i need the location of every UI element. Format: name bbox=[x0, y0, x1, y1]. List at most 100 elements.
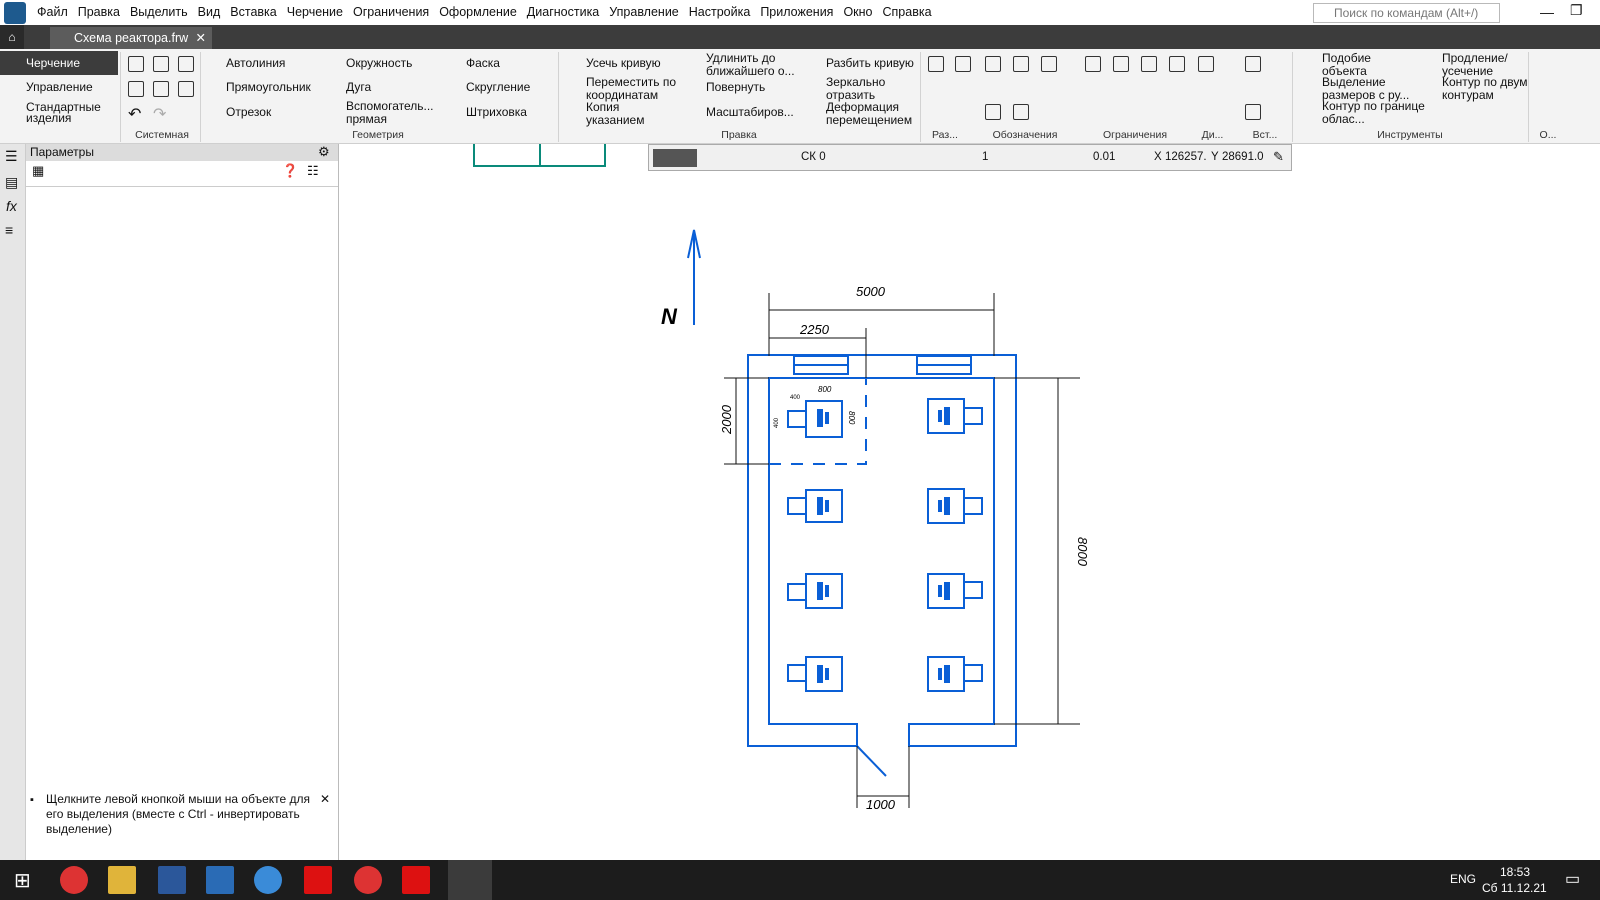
table-icon[interactable] bbox=[1013, 104, 1029, 120]
save-as-icon[interactable] bbox=[178, 81, 194, 97]
kompas-task-icon[interactable] bbox=[448, 860, 492, 900]
snap-menu-button[interactable] bbox=[653, 149, 697, 167]
menu-settings[interactable]: Настройка bbox=[684, 0, 756, 25]
roughness-icon[interactable] bbox=[985, 56, 1001, 72]
contour-bound-button[interactable]: Контур по границе облас... bbox=[1322, 100, 1432, 126]
copy-button[interactable]: Копия указанием bbox=[586, 101, 666, 127]
move-coords-button[interactable]: Переместить по координатам bbox=[586, 76, 682, 102]
clock-time[interactable]: 18:53 bbox=[1500, 865, 1530, 879]
rotate-button[interactable]: Повернуть bbox=[706, 81, 765, 94]
menu-manage[interactable]: Управление bbox=[604, 0, 684, 25]
ribbon-tab-standard[interactable]: Стандартные изделия bbox=[0, 101, 110, 125]
close-hint-icon[interactable]: ✕ bbox=[320, 792, 330, 807]
cylinder-marks bbox=[817, 407, 950, 683]
vivaldi-icon[interactable] bbox=[304, 866, 332, 894]
params-icon[interactable]: ▤ bbox=[5, 174, 18, 191]
redo-icon[interactable]: ↷ bbox=[153, 104, 166, 124]
check-icon[interactable] bbox=[1041, 56, 1057, 72]
menu-drawing[interactable]: Черчение bbox=[282, 0, 348, 25]
menu-diagnostics[interactable]: Диагностика bbox=[522, 0, 604, 25]
menu-window[interactable]: Окно bbox=[838, 0, 877, 25]
windows-start-icon[interactable]: ⊞ bbox=[14, 868, 31, 893]
menu-help[interactable]: Справка bbox=[878, 0, 937, 25]
word-icon[interactable] bbox=[158, 866, 186, 894]
restore-icon[interactable]: ❐ bbox=[1570, 2, 1583, 19]
scale-button[interactable]: Масштабиров... bbox=[706, 106, 794, 119]
zoom-select[interactable]: 0.01 bbox=[1093, 151, 1115, 163]
menu-select[interactable]: Выделить bbox=[125, 0, 193, 25]
gear-icon[interactable]: ⚙ bbox=[318, 144, 330, 160]
autoline-button[interactable]: Автолиния bbox=[226, 57, 285, 70]
dim-icon[interactable] bbox=[928, 56, 944, 72]
parallel-icon[interactable] bbox=[1113, 56, 1129, 72]
split-curve-button[interactable]: Разбить кривую bbox=[826, 57, 914, 70]
contour-two-button[interactable]: Контур по двум контурам bbox=[1442, 76, 1542, 102]
language-indicator[interactable]: ENG bbox=[1450, 872, 1476, 886]
chrome-icon[interactable] bbox=[60, 866, 88, 894]
qbittorrent-icon[interactable] bbox=[254, 866, 282, 894]
dim-small-h: 800 bbox=[847, 411, 856, 425]
close-tab-icon[interactable]: ✕ bbox=[196, 27, 206, 49]
menu-constraints[interactable]: Ограничения bbox=[348, 0, 434, 25]
folder-icon[interactable] bbox=[108, 866, 136, 894]
notifications-icon[interactable]: ▭ bbox=[1565, 869, 1580, 889]
extend-button[interactable]: Удлинить до ближайшего о... bbox=[706, 52, 802, 78]
cs-select[interactable]: СК 0 bbox=[801, 151, 826, 163]
segment-button[interactable]: Отрезок bbox=[226, 106, 271, 119]
preview-icon[interactable] bbox=[153, 81, 169, 97]
print-icon[interactable] bbox=[128, 81, 144, 97]
hatch-button[interactable]: Штриховка bbox=[466, 106, 527, 119]
chrome-icon-2[interactable] bbox=[354, 866, 382, 894]
save-icon[interactable] bbox=[178, 56, 194, 72]
help-icon[interactable]: ❓ bbox=[282, 163, 298, 179]
ribbon-tab-manage[interactable]: Управление bbox=[0, 75, 118, 99]
new-file-icon[interactable] bbox=[128, 56, 144, 72]
mathcad-icon[interactable] bbox=[206, 866, 234, 894]
layers-icon[interactable]: ≡ bbox=[5, 222, 13, 238]
app-logo-icon bbox=[4, 1, 26, 24]
trim-curve-button[interactable]: Усечь кривую bbox=[586, 57, 661, 70]
tab-document[interactable]: Схема реактора.frw ✕ bbox=[50, 27, 212, 49]
fillet-button[interactable]: Скругление bbox=[466, 81, 530, 94]
tangent-icon[interactable] bbox=[1169, 56, 1185, 72]
mirror-button[interactable]: Зеркально отразить bbox=[826, 76, 906, 102]
drawing-canvas[interactable]: N 5000 2250 2000 8000 1000 800 800 400 4… bbox=[339, 144, 1600, 860]
vivaldi-icon-2[interactable] bbox=[402, 866, 430, 894]
home-icon[interactable]: ⌂ bbox=[0, 25, 24, 49]
menu-insert[interactable]: Вставка bbox=[225, 0, 281, 25]
arc-button[interactable]: Дуга bbox=[346, 81, 371, 94]
variables-icon[interactable]: fx bbox=[6, 198, 17, 214]
menu-format[interactable]: Оформление bbox=[434, 0, 522, 25]
list-icon[interactable]: ☷ bbox=[307, 163, 319, 179]
perpendicular-icon[interactable] bbox=[1141, 56, 1157, 72]
leader-icon[interactable] bbox=[1013, 56, 1029, 72]
deform-button[interactable]: Деформация перемещением bbox=[826, 101, 916, 127]
circle-button[interactable]: Окружность bbox=[346, 57, 412, 70]
menu-apps[interactable]: Приложения bbox=[755, 0, 838, 25]
step-select[interactable]: 1 bbox=[982, 151, 988, 163]
menu-edit[interactable]: Правка bbox=[73, 0, 125, 25]
rectangle-button[interactable]: Прямоугольник bbox=[226, 81, 311, 94]
ribbon-tab-drawing[interactable]: Черчение bbox=[0, 51, 118, 75]
minimize-icon[interactable]: — bbox=[1540, 4, 1554, 20]
image-icon[interactable] bbox=[1245, 104, 1261, 120]
open-file-icon[interactable] bbox=[153, 56, 169, 72]
menu-file[interactable]: Файл bbox=[32, 0, 73, 25]
y-field[interactable]: 28691.0 bbox=[1222, 151, 1264, 163]
x-field[interactable]: 126257. bbox=[1165, 151, 1207, 163]
text-icon[interactable] bbox=[985, 104, 1001, 120]
undo-icon[interactable]: ↶ bbox=[128, 104, 141, 124]
group-dimensions-label: Раз... bbox=[932, 129, 958, 141]
insert-view-icon[interactable] bbox=[1245, 56, 1261, 72]
chamfer-button[interactable]: Фаска bbox=[466, 57, 500, 70]
aux-line-button[interactable]: Вспомогатель... прямая bbox=[346, 100, 442, 126]
fix-point-icon[interactable] bbox=[1085, 56, 1101, 72]
diag-icon[interactable] bbox=[1198, 56, 1214, 72]
tree-icon[interactable]: ☰ bbox=[5, 148, 18, 165]
menu-view[interactable]: Вид bbox=[193, 0, 226, 25]
clock-date[interactable]: Сб 11.12.21 bbox=[1482, 881, 1547, 895]
diameter-icon[interactable] bbox=[955, 56, 971, 72]
pipette-icon[interactable]: ✎ bbox=[1273, 149, 1284, 165]
object-icon[interactable]: ▦ bbox=[32, 163, 44, 179]
command-search-input[interactable]: Поиск по командам (Alt+/) bbox=[1313, 3, 1500, 23]
